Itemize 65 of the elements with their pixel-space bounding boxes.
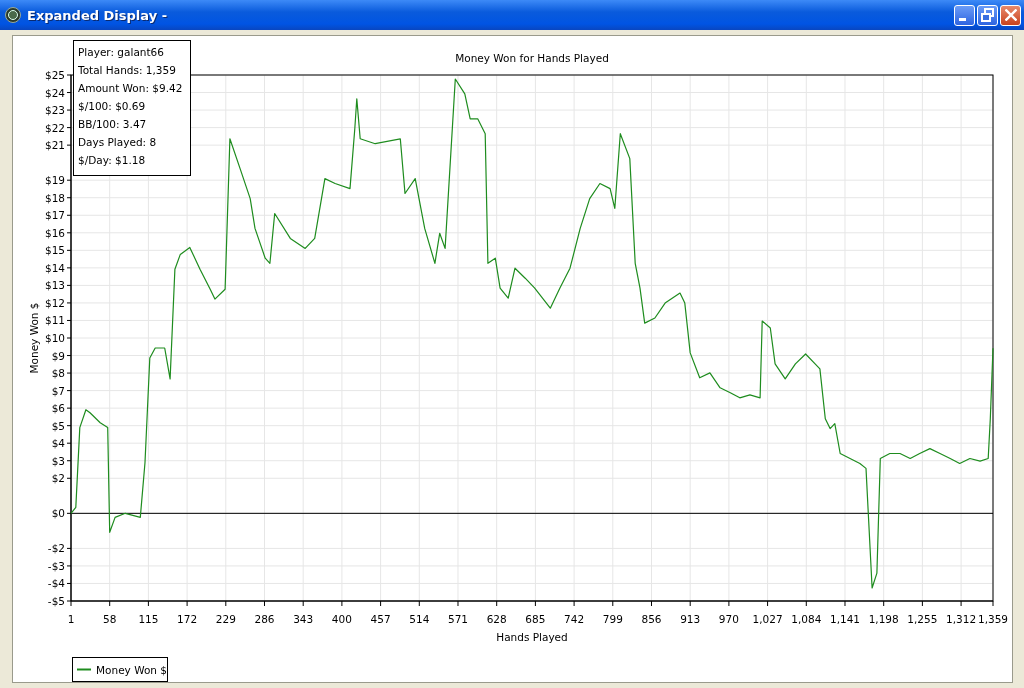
y-tick-label: $12 [44, 296, 65, 309]
y-tick-label: -$2 [47, 542, 65, 555]
y-tick-label: $16 [44, 226, 65, 239]
tooltip-line: Amount Won: $9.42 [78, 82, 183, 94]
x-tick-label: 343 [293, 613, 314, 625]
x-tick-label: 1,312 [946, 613, 977, 625]
tooltip-line: BB/100: 3.47 [78, 118, 147, 130]
x-tick-label: 229 [215, 613, 236, 625]
y-tick-label: $8 [51, 367, 65, 380]
tooltip-line: $/100: $0.69 [78, 100, 146, 112]
y-tick-label: $18 [44, 191, 65, 204]
y-tick-label: $23 [44, 104, 65, 117]
x-tick-label: 628 [486, 613, 507, 625]
y-tick-label: $19 [44, 174, 65, 187]
y-tick-label: -$3 [47, 559, 65, 572]
x-tick-label: 58 [103, 613, 117, 625]
y-tick-label: $5 [51, 419, 65, 432]
x-axis-label: Hands Played [496, 631, 568, 643]
chart-title: Money Won for Hands Played [455, 52, 609, 64]
x-tick-label: 115 [138, 613, 159, 625]
y-tick-label: $25 [44, 69, 65, 81]
x-tick-label: 286 [254, 613, 275, 625]
x-tick-label: 856 [641, 613, 662, 625]
x-tick-label: 1,027 [752, 613, 783, 625]
x-tick-label: 799 [602, 613, 623, 625]
x-tick-label: 742 [564, 613, 585, 625]
y-tick-label: $2 [51, 472, 65, 485]
tooltip-line: Days Played: 8 [78, 136, 157, 148]
y-tick-label: $17 [44, 209, 65, 222]
x-tick-label: 1,198 [868, 613, 899, 625]
y-tick-label: $22 [44, 121, 65, 134]
y-tick-label: $15 [44, 244, 65, 257]
tooltip-line: Player: galant66 [78, 46, 164, 58]
y-tick-label: $10 [44, 332, 65, 344]
window-title: Expanded Display - [27, 7, 168, 23]
legend-label: Money Won $ [96, 664, 167, 676]
y-tick-label: $0 [51, 507, 65, 520]
y-tick-label: $14 [44, 261, 65, 274]
x-tick-label: 1,141 [829, 613, 860, 625]
y-tick-label: -$5 [47, 595, 65, 607]
y-tick-label: $13 [44, 279, 65, 292]
tooltip-line: $/Day: $1.18 [78, 154, 146, 166]
y-tick-label: $9 [51, 349, 65, 362]
y-axis-label: Money Won $ [28, 302, 40, 374]
x-tick-label: 172 [177, 613, 198, 625]
x-tick-label: 1,255 [907, 613, 938, 625]
y-tick-label: $4 [51, 437, 65, 450]
tooltip-line: Total Hands: 1,359 [78, 64, 176, 76]
y-tick-label: -$4 [47, 577, 65, 590]
y-tick-label: $7 [51, 384, 65, 397]
x-tick-label: 970 [718, 613, 739, 625]
x-tick-label: 1,084 [791, 613, 822, 625]
x-tick-label: 571 [447, 613, 468, 625]
y-tick-label: $24 [44, 86, 65, 99]
x-tick-label: 514 [409, 613, 430, 625]
y-tick-label: $6 [51, 402, 65, 415]
x-tick-label: 457 [370, 613, 391, 625]
x-tick-label: 1 [67, 613, 75, 625]
x-tick-label: 400 [331, 613, 352, 625]
x-tick-label: 1,359 [977, 613, 1009, 625]
y-tick-label: $21 [44, 139, 65, 152]
y-tick-label: $11 [44, 314, 65, 327]
y-tick-label: $3 [51, 454, 65, 467]
x-tick-label: 685 [525, 613, 546, 625]
x-tick-label: 913 [680, 613, 701, 625]
